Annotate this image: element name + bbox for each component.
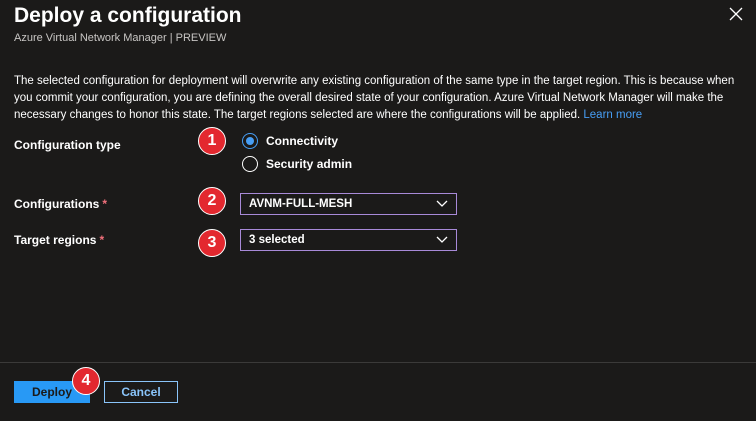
chevron-down-icon	[428, 194, 456, 214]
radio-security-admin[interactable]: Security admin	[242, 156, 352, 172]
configurations-label-text: Configurations	[14, 197, 100, 211]
chevron-down-icon	[428, 230, 456, 250]
required-mark: *	[99, 233, 105, 247]
footer-divider	[0, 362, 756, 363]
radio-connectivity-circle[interactable]	[242, 133, 258, 149]
configurations-label: Configurations *	[14, 197, 107, 211]
radio-connectivity-label: Connectivity	[266, 134, 339, 148]
configurations-dropdown-value: AVNM-FULL-MESH	[249, 198, 353, 210]
page-title: Deploy a configuration	[14, 4, 242, 27]
step-marker-3: 3	[198, 229, 226, 257]
target-regions-dropdown[interactable]: 3 selected	[240, 229, 457, 251]
cancel-button[interactable]: Cancel	[104, 381, 178, 403]
radio-security-admin-label: Security admin	[266, 157, 353, 171]
radio-connectivity[interactable]: Connectivity	[242, 133, 338, 149]
step-marker-1: 1	[198, 127, 226, 155]
page-subtitle: Azure Virtual Network Manager | PREVIEW	[14, 32, 227, 44]
configuration-type-label: Configuration type	[14, 138, 121, 152]
target-regions-label: Target regions *	[14, 233, 104, 247]
description-text: The selected configuration for deploymen…	[14, 73, 738, 124]
step-marker-2: 2	[198, 187, 226, 215]
step-marker-4: 4	[72, 367, 100, 395]
required-mark: *	[102, 197, 107, 211]
configurations-dropdown[interactable]: AVNM-FULL-MESH	[240, 193, 457, 215]
learn-more-link[interactable]: Learn more	[583, 109, 642, 121]
close-button[interactable]	[726, 6, 746, 26]
radio-security-admin-circle[interactable]	[242, 156, 258, 172]
close-icon	[729, 7, 743, 26]
target-regions-dropdown-value: 3 selected	[249, 234, 305, 246]
target-regions-label-text: Target regions	[14, 233, 97, 247]
